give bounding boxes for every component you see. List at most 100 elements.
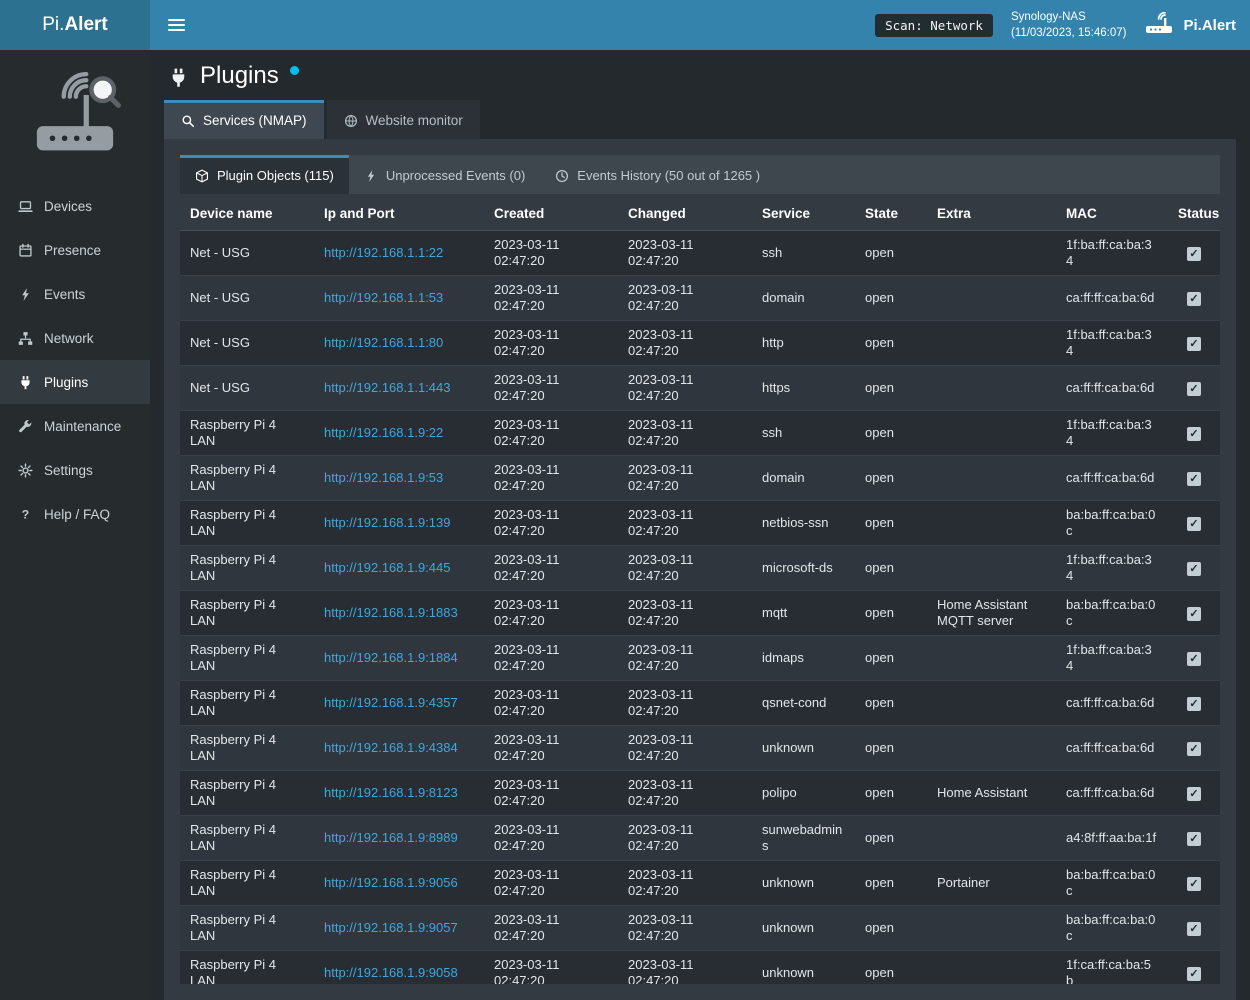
- ip-port-link[interactable]: http://192.168.1.1:22: [324, 245, 443, 260]
- service-cell: ssh: [752, 411, 855, 456]
- ip-port-link[interactable]: http://192.168.1.1:443: [324, 380, 451, 395]
- sidebar-item-plugins[interactable]: Plugins: [0, 360, 150, 404]
- table-row: Net - USGhttp://192.168.1.1:802023-03-11…: [180, 321, 1220, 366]
- device-name-cell: Net - USG: [180, 231, 314, 276]
- status-checkbox[interactable]: ✓: [1187, 562, 1201, 576]
- table-row: Raspberry Pi 4 LANhttp://192.168.1.9:905…: [180, 906, 1220, 951]
- sidebar-item-devices[interactable]: Devices: [0, 184, 150, 228]
- sidebar-item-network[interactable]: Network: [0, 316, 150, 360]
- clock-icon: [555, 169, 569, 183]
- ip-port-link[interactable]: http://192.168.1.9:8989: [324, 830, 458, 845]
- ip-port-link[interactable]: http://192.168.1.9:53: [324, 470, 443, 485]
- subtab-plugin-objects[interactable]: Plugin Objects (115): [180, 155, 349, 194]
- sidebar-item-events[interactable]: Events: [0, 272, 150, 316]
- app-identity: Pi.Alert: [1144, 12, 1236, 38]
- status-checkbox[interactable]: ✓: [1187, 247, 1201, 261]
- device-name-cell: Raspberry Pi 4 LAN: [180, 726, 314, 771]
- changed-cell: 2023-03-11 02:47:20: [618, 321, 752, 366]
- device-name-cell: Raspberry Pi 4 LAN: [180, 816, 314, 861]
- state-cell: open: [855, 951, 927, 985]
- service-cell: unknown: [752, 951, 855, 985]
- subtab-events-history[interactable]: Events History (50 out of 1265 ): [540, 155, 775, 194]
- ip-port-cell: http://192.168.1.9:1884: [314, 636, 484, 681]
- tab-label: Services (NMAP): [203, 113, 307, 128]
- device-name-cell: Raspberry Pi 4 LAN: [180, 591, 314, 636]
- tab-services-nmap[interactable]: Services (NMAP): [164, 100, 324, 139]
- sidebar-item-presence[interactable]: Presence: [0, 228, 150, 272]
- ip-port-link[interactable]: http://192.168.1.9:9058: [324, 965, 458, 980]
- ip-port-link[interactable]: http://192.168.1.9:9056: [324, 875, 458, 890]
- status-checkbox[interactable]: ✓: [1187, 787, 1201, 801]
- subtab-label: Plugin Objects (115): [217, 168, 334, 183]
- status-cell: ✓: [1168, 681, 1220, 726]
- ip-port-link[interactable]: http://192.168.1.1:80: [324, 335, 443, 350]
- changed-cell: 2023-03-11 02:47:20: [618, 771, 752, 816]
- status-checkbox[interactable]: ✓: [1187, 427, 1201, 441]
- sidebar-item-settings[interactable]: Settings: [0, 448, 150, 492]
- table-wrap: Device name Ip and Port Created Changed …: [180, 196, 1220, 984]
- ip-port-cell: http://192.168.1.1:443: [314, 366, 484, 411]
- device-name-cell: Raspberry Pi 4 LAN: [180, 951, 314, 985]
- extra-cell: [927, 411, 1056, 456]
- tab-website-monitor[interactable]: Website monitor: [327, 100, 480, 139]
- ip-port-link[interactable]: http://192.168.1.1:53: [324, 290, 443, 305]
- mac-cell: 1f:ba:ff:ca:ba:34: [1056, 231, 1168, 276]
- created-cell: 2023-03-11 02:47:20: [484, 231, 618, 276]
- search-icon: [181, 114, 195, 128]
- gear-icon: [17, 463, 33, 478]
- service-cell: qsnet-cond: [752, 681, 855, 726]
- ip-port-link[interactable]: http://192.168.1.9:1884: [324, 650, 458, 665]
- mac-cell: ca:ff:ff:ca:ba:6d: [1056, 771, 1168, 816]
- changed-cell: 2023-03-11 02:47:20: [618, 591, 752, 636]
- ip-port-link[interactable]: http://192.168.1.9:4357: [324, 695, 458, 710]
- status-checkbox[interactable]: ✓: [1187, 292, 1201, 306]
- status-checkbox[interactable]: ✓: [1187, 742, 1201, 756]
- mac-cell: ca:ff:ff:ca:ba:6d: [1056, 276, 1168, 321]
- subtab-unprocessed-events[interactable]: Unprocessed Events (0): [349, 155, 540, 194]
- extra-cell: [927, 276, 1056, 321]
- device-name-cell: Raspberry Pi 4 LAN: [180, 546, 314, 591]
- status-checkbox[interactable]: ✓: [1187, 382, 1201, 396]
- status-checkbox[interactable]: ✓: [1187, 652, 1201, 666]
- status-checkbox[interactable]: ✓: [1187, 607, 1201, 621]
- device-name-cell: Raspberry Pi 4 LAN: [180, 636, 314, 681]
- changed-cell: 2023-03-11 02:47:20: [618, 681, 752, 726]
- mac-cell: ca:ff:ff:ca:ba:6d: [1056, 456, 1168, 501]
- ip-port-link[interactable]: http://192.168.1.9:4384: [324, 740, 458, 755]
- status-checkbox[interactable]: ✓: [1187, 337, 1201, 351]
- sidebar-item-help-faq[interactable]: ? Help / FAQ: [0, 492, 150, 536]
- status-checkbox[interactable]: ✓: [1187, 832, 1201, 846]
- status-checkbox[interactable]: ✓: [1187, 967, 1201, 981]
- ip-port-link[interactable]: http://192.168.1.9:139: [324, 515, 451, 530]
- changed-cell: 2023-03-11 02:47:20: [618, 231, 752, 276]
- sidebar-item-label: Presence: [44, 243, 101, 258]
- status-checkbox[interactable]: ✓: [1187, 877, 1201, 891]
- ip-port-link[interactable]: http://192.168.1.9:22: [324, 425, 443, 440]
- device-name-cell: Net - USG: [180, 366, 314, 411]
- sidebar-item-label: Help / FAQ: [44, 507, 110, 522]
- column-header-device-name: Device name: [180, 196, 314, 231]
- status-checkbox[interactable]: ✓: [1187, 697, 1201, 711]
- mac-cell: ba:ba:ff:ca:ba:0c: [1056, 501, 1168, 546]
- plugins-help-badge[interactable]: [290, 66, 299, 75]
- changed-cell: 2023-03-11 02:47:20: [618, 366, 752, 411]
- column-header-extra: Extra: [927, 196, 1056, 231]
- status-checkbox[interactable]: ✓: [1187, 472, 1201, 486]
- table-header-row: Device name Ip and Port Created Changed …: [180, 196, 1220, 231]
- status-checkbox[interactable]: ✓: [1187, 517, 1201, 531]
- table-row: Raspberry Pi 4 LAN http://192.168.1.9:905…: [180, 951, 1220, 985]
- table-row: Net - USG http://192.168.1.1:22 2023-03-11…: [180, 231, 1220, 276]
- ip-port-link[interactable]: http://192.168.1.9:8123: [324, 785, 458, 800]
- mac-cell: ba:ba:ff:ca:ba:0c: [1056, 906, 1168, 951]
- ip-port-link[interactable]: http://192.168.1.9:1883: [324, 605, 458, 620]
- ip-port-link[interactable]: http://192.168.1.9:445: [324, 560, 451, 575]
- column-header-ip-and-port: Ip and Port: [314, 196, 484, 231]
- service-cell: domain: [752, 276, 855, 321]
- created-cell: 2023-03-11 02:47:20: [484, 366, 618, 411]
- created-cell: 2023-03-11 02:47:20: [484, 636, 618, 681]
- sidebar-item-maintenance[interactable]: Maintenance: [0, 404, 150, 448]
- status-checkbox[interactable]: ✓: [1187, 922, 1201, 936]
- ip-port-link[interactable]: http://192.168.1.9:9057: [324, 920, 458, 935]
- brand-logo[interactable]: Pi.Alert: [0, 0, 150, 50]
- sidebar-toggle-button[interactable]: [164, 13, 189, 37]
